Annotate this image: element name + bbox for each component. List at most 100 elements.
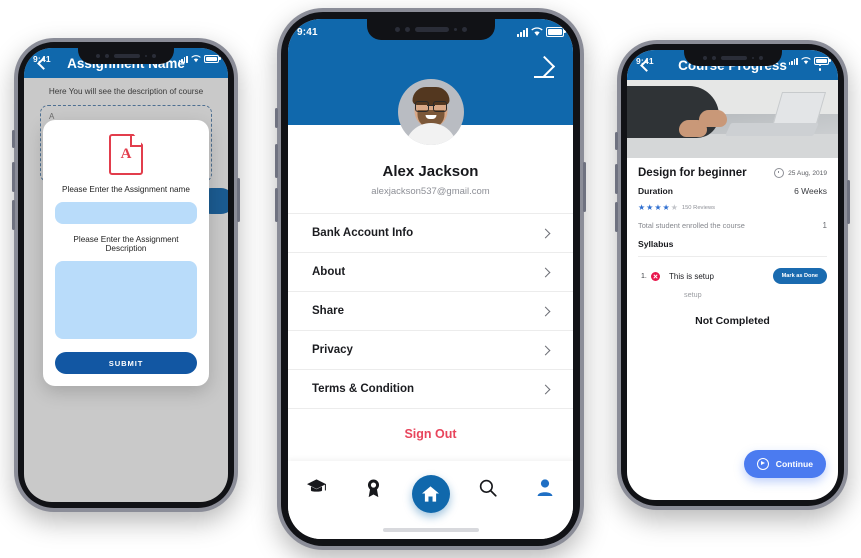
course-description: Here You will see the description of cou… <box>48 87 204 96</box>
home-icon <box>422 486 439 502</box>
star-icon: ★ <box>654 203 662 212</box>
phone1-screen: 9:41 Assignment Name Here You will see t… <box>24 48 228 502</box>
avatar[interactable] <box>397 79 464 145</box>
syllabus-item-index: 1. <box>641 272 647 280</box>
home-indicator <box>382 528 479 532</box>
menu-item-label: Terms & Condition <box>312 383 415 395</box>
home-fab-button[interactable] <box>411 475 450 513</box>
profile-menu-list: Bank Account Info About Share Privacy Te… <box>288 213 573 409</box>
chevron-right-icon <box>540 384 551 394</box>
nav-item-profile[interactable] <box>528 479 562 496</box>
menu-item-terms-and-condition[interactable]: Terms & Condition <box>288 370 573 409</box>
enrolled-label: Total student enrolled the course <box>638 221 745 230</box>
phone2-volume-down-button[interactable] <box>275 188 278 222</box>
avatar-glasses-icon <box>414 101 447 112</box>
syllabus-item: 1. This is setup Mark as Done <box>638 268 827 284</box>
phone2-mute-button[interactable] <box>275 108 278 128</box>
status-indicators <box>788 56 831 66</box>
phone3-power-button[interactable] <box>847 180 850 224</box>
enrolled-count: 1 <box>822 221 827 230</box>
course-title: Design for beginner <box>638 167 747 179</box>
phone2-screen: 9:41 Alex Jackson alexjackson537@gmail.c… <box>288 19 573 539</box>
enrolled-row: Total student enrolled the course 1 <box>638 221 827 230</box>
menu-item-label: Share <box>312 305 344 317</box>
phone2-power-button[interactable] <box>583 162 586 212</box>
chevron-right-icon <box>540 228 551 238</box>
reviews-count: 150 Reviews <box>681 205 716 211</box>
status-time: 9:41 <box>636 56 654 66</box>
course-details: Design for beginner 25 Aug, 2019 Duratio… <box>627 158 838 327</box>
play-circle-icon <box>756 458 769 470</box>
pdf-file-icon: A <box>109 134 143 175</box>
assignment-description-label: Please Enter the Assignment Description <box>73 235 179 253</box>
course-cover-image <box>627 80 838 158</box>
battery-icon <box>546 27 566 37</box>
menu-item-label: About <box>312 266 346 278</box>
assignment-description-input[interactable] <box>55 261 197 339</box>
phone2-volume-up-button[interactable] <box>275 144 278 178</box>
chevron-right-icon <box>540 267 551 277</box>
avatar-shirt <box>404 123 457 145</box>
phone3-volume-up-button[interactable] <box>615 164 618 194</box>
nav-item-search[interactable] <box>471 479 505 497</box>
edit-underline-icon <box>534 75 554 78</box>
course-date-text: 25 Aug, 2019 <box>788 169 827 177</box>
battery-icon <box>814 56 831 66</box>
nav-item-achievements[interactable] <box>357 479 391 498</box>
menu-item-label: Bank Account Info <box>312 227 414 239</box>
continue-button[interactable]: Continue <box>743 450 826 478</box>
phone3-status-bar: 9:41 <box>627 50 838 72</box>
chevron-right-icon <box>540 306 551 316</box>
continue-label: Continue <box>775 459 813 469</box>
status-time: 9:41 <box>297 26 318 38</box>
duration-label: Duration <box>638 186 673 196</box>
assignment-modal: A Please Enter the Assignment name Pleas… <box>43 120 209 386</box>
star-icon: ★ <box>662 203 670 212</box>
phone1-power-button[interactable] <box>237 178 240 222</box>
duration-value: 6 Weeks <box>794 186 827 196</box>
syllabus-item-subtitle: setup <box>684 290 702 299</box>
syllabus-item-name: This is setup <box>669 271 714 281</box>
clock-icon <box>774 168 785 178</box>
status-indicators <box>517 27 566 37</box>
phone3-volume-down-button[interactable] <box>615 202 618 232</box>
mark-as-done-button[interactable]: Mark as Done <box>772 268 827 284</box>
menu-item-share[interactable]: Share <box>288 292 573 331</box>
phone3-mute-button[interactable] <box>615 132 618 150</box>
graduation-cap-icon <box>307 479 326 492</box>
completion-status: Not Completed <box>695 315 770 327</box>
assignment-name-label: Please Enter the Assignment name <box>62 185 190 194</box>
phone1-volume-up-button[interactable] <box>12 162 15 192</box>
not-done-x-icon <box>651 271 660 281</box>
phone1-volume-down-button[interactable] <box>12 200 15 230</box>
status-time: 9:41 <box>33 54 51 64</box>
phone1-status-bar: 9:41 <box>24 48 228 70</box>
syllabus-heading: Syllabus <box>638 239 827 257</box>
battery-icon <box>204 54 221 64</box>
menu-item-about[interactable]: About <box>288 253 573 292</box>
wifi-icon <box>801 57 811 65</box>
sign-out-button[interactable]: Sign Out <box>288 409 573 459</box>
edit-profile-button[interactable] <box>533 55 556 79</box>
star-rating: ★ ★ ★ ★ ★ <box>638 204 678 212</box>
phone-profile: 9:41 Alex Jackson alexjackson537@gmail.c… <box>275 8 586 550</box>
signal-bars-icon <box>517 27 528 37</box>
nav-item-courses[interactable] <box>300 479 334 494</box>
phone3-screen: 9:41 Course Progress <box>627 50 838 500</box>
star-icon: ★ <box>646 203 654 212</box>
course-duration-row: Duration 6 Weeks <box>638 186 827 196</box>
mockup-stage: 9:41 Assignment Name Here You will see t… <box>0 0 861 558</box>
signal-bars-icon <box>178 55 188 63</box>
submit-button[interactable]: SUBMIT <box>55 352 197 374</box>
phone1-mute-button[interactable] <box>12 130 15 148</box>
menu-item-privacy[interactable]: Privacy <box>288 331 573 370</box>
assignment-name-input[interactable] <box>55 202 197 224</box>
phone2-status-bar: 9:41 <box>288 19 573 45</box>
edit-pencil-icon <box>533 55 556 78</box>
signal-bars-icon <box>788 57 798 65</box>
wifi-icon <box>531 27 543 36</box>
status-indicators <box>178 54 221 64</box>
phone-assignment-form: 9:41 Assignment Name Here You will see t… <box>12 38 240 512</box>
star-icon-empty: ★ <box>670 203 678 212</box>
menu-item-bank-account-info[interactable]: Bank Account Info <box>288 214 573 253</box>
